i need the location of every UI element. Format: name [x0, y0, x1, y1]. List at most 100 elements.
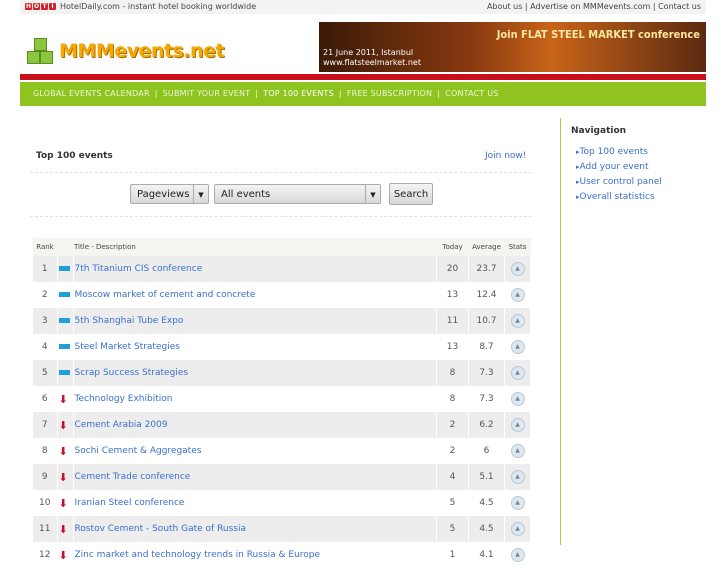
advertise-link[interactable]: Advertise on MMMevents.com: [530, 2, 650, 11]
main-nav: GLOBAL EVENTS CALENDAR | SUBMIT YOUR EVENT…: [20, 82, 706, 106]
trend-down-icon: ⬇: [58, 418, 68, 432]
average-value: 10.7: [468, 308, 505, 334]
rank: 2: [33, 282, 58, 308]
today-value: 13: [436, 334, 469, 360]
sidebar-title: Navigation: [571, 126, 627, 136]
search-button[interactable]: Search: [389, 183, 433, 205]
stats-chart-icon[interactable]: ▲: [510, 314, 525, 328]
contact-link[interactable]: Contact us: [658, 2, 701, 11]
nav-contact[interactable]: CONTACT US: [445, 89, 498, 98]
average-value: 7.3: [468, 386, 505, 412]
table-row: 3 5th Shanghai Tube Expo 11 10.7 ▲: [33, 308, 531, 334]
stats-chart-icon[interactable]: ▲: [510, 288, 525, 302]
rank: 12: [33, 542, 58, 568]
trend-flat-icon: [58, 266, 70, 271]
rank: 3: [33, 308, 58, 334]
stats-chart-icon[interactable]: ▲: [510, 522, 525, 536]
top-bar: HOTI HotelDaily.com - instant hotel book…: [20, 0, 706, 14]
average-value: 6: [468, 438, 505, 464]
table-row: 8 ⬇ Sochi Cement & Aggregates 2 6 ▲: [33, 438, 531, 464]
metric-select[interactable]: Pageviews ▼: [130, 184, 209, 204]
stats-chart-icon[interactable]: ▲: [510, 366, 525, 380]
rank: 9: [33, 464, 58, 490]
banner-headline: Join FLAT STEEL MARKET conference: [496, 28, 700, 41]
event-link[interactable]: Sochi Cement & Aggregates: [75, 446, 202, 456]
table-row: 1 7th Titanium CIS conference 20 23.7 ▲: [33, 256, 531, 282]
today-value: 4: [436, 464, 469, 490]
rank: 10: [33, 490, 58, 516]
today-value: 2: [436, 412, 469, 438]
trend-down-icon: ⬇: [58, 392, 68, 406]
filter-select[interactable]: All events ▼: [214, 184, 381, 204]
stats-chart-icon[interactable]: ▲: [510, 496, 525, 510]
page-title: Top 100 events: [36, 151, 113, 161]
nav-submit-event[interactable]: SUBMIT YOUR EVENT: [163, 89, 251, 98]
sidebar-link-user-panel[interactable]: User control panel: [576, 176, 662, 188]
trend-flat-icon: [58, 292, 70, 297]
stats-chart-icon[interactable]: ▲: [510, 392, 525, 406]
nav-top-100[interactable]: TOP 100 EVENTS: [263, 89, 334, 98]
event-link[interactable]: 7th Titanium CIS conference: [75, 264, 203, 274]
average-value: 8.7: [468, 334, 505, 360]
average-value: 7.3: [468, 360, 505, 386]
hoti-letter: I: [49, 3, 56, 10]
table-row: 9 ⬇ Cement Trade conference 4 5.1 ▲: [33, 464, 531, 490]
today-value: 8: [436, 386, 469, 412]
table-row: 6 ⬇ Technology Exhibition 8 7.3 ▲: [33, 386, 531, 412]
event-link[interactable]: Technology Exhibition: [75, 394, 173, 404]
sidebar-link-top100[interactable]: Top 100 events: [576, 146, 662, 158]
trend-down-icon: ⬇: [58, 548, 68, 562]
sidebar: Navigation Top 100 events Add your event…: [560, 118, 662, 545]
banner-url: www.flatsteelmarket.net: [323, 58, 421, 67]
sidebar-link-overall-stats[interactable]: Overall statistics: [576, 191, 662, 203]
event-link[interactable]: Scrap Success Strategies: [75, 368, 189, 378]
cubes-icon: [27, 38, 53, 64]
rank: 7: [33, 412, 58, 438]
table-row: 12 ⬇ Zinc market and technology trends i…: [33, 542, 531, 568]
ad-banner[interactable]: Join FLAT STEEL MARKET conference 21 Jun…: [319, 22, 706, 72]
today-value: 11: [436, 308, 469, 334]
event-link[interactable]: 5th Shanghai Tube Expo: [75, 316, 184, 326]
stats-chart-icon[interactable]: ▲: [510, 548, 525, 562]
red-divider: [20, 74, 706, 80]
average-value: 5.1: [468, 464, 505, 490]
chevron-down-icon: ▼: [193, 185, 208, 203]
stats-chart-icon[interactable]: ▲: [510, 340, 525, 354]
event-link[interactable]: Moscow market of cement and concrete: [75, 290, 256, 300]
nav-free-subscription[interactable]: FREE SUBSCRIPTION: [347, 89, 432, 98]
about-link[interactable]: About us: [487, 2, 522, 11]
today-value: 8: [436, 360, 469, 386]
hoti-letter: H: [25, 3, 32, 10]
banner-date: 21 June 2011, Istanbul: [323, 48, 414, 57]
average-value: 12.4: [468, 282, 505, 308]
today-value: 13: [436, 282, 469, 308]
stats-chart-icon[interactable]: ▲: [510, 262, 525, 276]
table-row: 5 Scrap Success Strategies 8 7.3 ▲: [33, 360, 531, 386]
site-logo[interactable]: MMMevents.net: [27, 38, 225, 64]
hoti-logo[interactable]: HOTI: [25, 3, 56, 10]
stats-chart-icon[interactable]: ▲: [510, 444, 525, 458]
today-value: 5: [436, 490, 469, 516]
divider: [30, 216, 532, 217]
stats-chart-icon[interactable]: ▲: [510, 418, 525, 432]
hoti-letter: T: [41, 3, 48, 10]
trend-down-icon: ⬇: [58, 470, 68, 484]
rank: 5: [33, 360, 58, 386]
sidebar-link-add-event[interactable]: Add your event: [576, 161, 662, 173]
event-link[interactable]: Cement Arabia 2009: [75, 420, 168, 430]
divider: [30, 172, 532, 173]
average-value: 6.2: [468, 412, 505, 438]
table-row: 10 ⬇ Iranian Steel conference 5 4.5 ▲: [33, 490, 531, 516]
stats-chart-icon[interactable]: ▲: [510, 470, 525, 484]
join-now-link[interactable]: Join now!: [485, 151, 526, 161]
event-link[interactable]: Rostov Cement - South Gate of Russia: [75, 524, 247, 534]
average-value: 4.5: [468, 490, 505, 516]
hoteldaily-link[interactable]: HotelDaily.com - instant hotel booking w…: [60, 0, 256, 13]
rank: 8: [33, 438, 58, 464]
event-link[interactable]: Zinc market and technology trends in Rus…: [75, 550, 321, 560]
nav-global-calendar[interactable]: GLOBAL EVENTS CALENDAR: [33, 89, 150, 98]
rank: 4: [33, 334, 58, 360]
event-link[interactable]: Iranian Steel conference: [75, 498, 185, 508]
event-link[interactable]: Cement Trade conference: [75, 472, 191, 482]
event-link[interactable]: Steel Market Strategies: [75, 342, 180, 352]
